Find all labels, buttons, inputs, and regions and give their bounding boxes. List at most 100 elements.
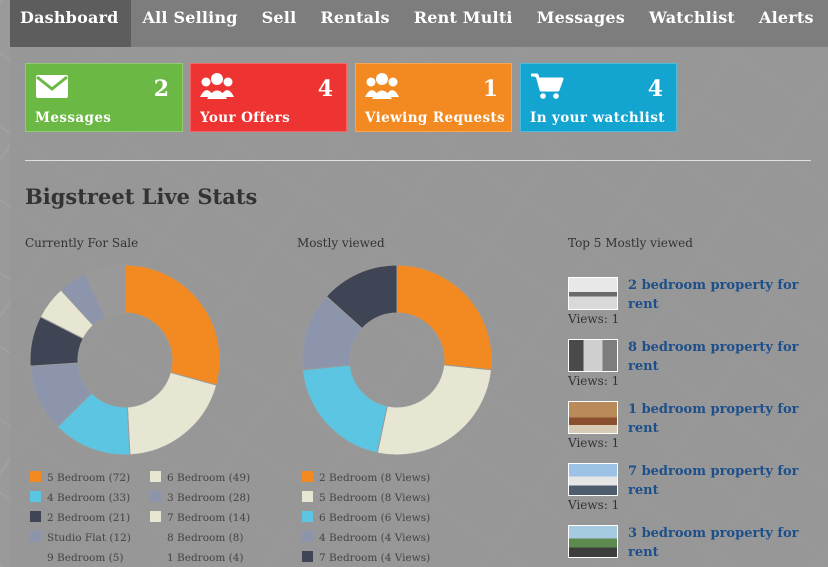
legend-label: 4 Bedroom (33) (47, 492, 131, 504)
legend-swatch (302, 511, 313, 522)
property-link[interactable]: 7 bedroom property for rent (628, 462, 813, 500)
watchlist-count: 4 (647, 76, 663, 102)
list-item: 3 bedroom property for rent (568, 525, 818, 567)
nav-alerts[interactable]: Alerts (747, 0, 826, 47)
nav-all-selling[interactable]: All Selling (131, 0, 250, 47)
envelope-icon (36, 75, 68, 98)
legend-label: 2 Bedroom (21) (47, 512, 131, 524)
legend-swatch (150, 551, 161, 562)
mostly-viewed-title: Mostly viewed (297, 236, 385, 250)
section-divider (25, 160, 811, 161)
legend-swatch (302, 551, 313, 562)
nav-dashboard[interactable]: Dashboard (10, 0, 131, 47)
viewing-requests-tile[interactable]: 1 Viewing Requests (355, 63, 512, 132)
legend-entry: 3 Bedroom (28) (150, 491, 250, 505)
property-link[interactable]: 8 bedroom property for rent (628, 338, 813, 376)
legend-entry: 6 Bedroom (6 Views) (302, 511, 430, 525)
legend-label: 4 Bedroom (4 Views) (319, 532, 431, 544)
nav-rent-multi[interactable]: Rent Multi (402, 0, 525, 47)
list-item: 2 bedroom property for rent Views: 1 (568, 277, 818, 332)
legend-entry: 7 Bedroom (4 Views) (302, 551, 430, 565)
property-views: Views: 1 (568, 436, 620, 450)
property-views: Views: 1 (568, 498, 620, 512)
legend-entry: 9 Bedroom (5) (30, 551, 124, 565)
watchlist-tile[interactable]: 4 In your watchlist (520, 63, 677, 132)
legend-entry: 4 Bedroom (4 Views) (302, 531, 430, 545)
legend-label: 3 Bedroom (28) (167, 492, 251, 504)
legend-label: Studio Flat (12) (47, 532, 131, 544)
legend-swatch (150, 491, 161, 502)
offers-count: 4 (317, 76, 333, 102)
list-item: 8 bedroom property for rent Views: 1 (568, 339, 818, 394)
legend-label: 9 Bedroom (5) (47, 552, 124, 564)
mostly-viewed-donut-chart (301, 264, 493, 456)
legend-swatch (302, 471, 313, 482)
stats-title: Bigstreet Live Stats (25, 184, 258, 209)
legend-entry: 8 Bedroom (8) (150, 531, 244, 545)
property-thumbnail[interactable] (568, 339, 618, 372)
donut-slice-5-bedroom[interactable] (124, 264, 221, 386)
legend-label: 8 Bedroom (8) (167, 532, 244, 544)
offers-tile[interactable]: 4 Your Offers (190, 63, 347, 132)
legend-swatch (150, 511, 161, 522)
property-views: Views: 1 (568, 374, 620, 388)
nav-sell[interactable]: Sell (250, 0, 309, 47)
for-sale-legend: 5 Bedroom (72) 6 Bedroom (49) 4 Bedroom (3… (30, 471, 280, 567)
for-sale-donut-chart (29, 264, 221, 456)
offers-label: Your Offers (200, 110, 291, 126)
legend-label: 7 Bedroom (14) (167, 512, 251, 524)
legend-entry: 2 Bedroom (21) (30, 511, 130, 525)
list-item: 1 bedroom property for rent Views: 1 (568, 401, 818, 456)
legend-swatch (302, 491, 313, 502)
mostly-viewed-legend: 2 Bedroom (8 Views) 5 Bedroom (8 Views) 6 … (302, 471, 552, 567)
property-link[interactable]: 1 bedroom property for rent (628, 400, 813, 438)
property-link[interactable]: 3 bedroom property for rent (628, 524, 813, 562)
property-link[interactable]: 2 bedroom property for rent (628, 276, 813, 314)
legend-entry: 2 Bedroom (8 Views) (302, 471, 430, 485)
watchlist-label: In your watchlist (530, 110, 665, 126)
messages-tile[interactable]: 2 Messages (25, 63, 183, 132)
legend-swatch (30, 471, 41, 482)
legend-swatch (30, 511, 41, 522)
viewing-requests-label: Viewing Requests (365, 110, 506, 126)
legend-label: 2 Bedroom (8 Views) (319, 472, 431, 484)
legend-swatch (302, 531, 313, 542)
nav-messages[interactable]: Messages (525, 0, 637, 47)
property-thumbnail[interactable] (568, 525, 618, 558)
legend-label: 5 Bedroom (8 Views) (319, 492, 431, 504)
legend-entry: 5 Bedroom (72) (30, 471, 130, 485)
nav-rentals[interactable]: Rentals (308, 0, 401, 47)
legend-entry: 5 Bedroom (8 Views) (302, 491, 430, 505)
legend-swatch (30, 491, 41, 502)
legend-entry: 4 Bedroom (33) (30, 491, 130, 505)
property-thumbnail[interactable] (568, 277, 618, 310)
legend-label: 5 Bedroom (72) (47, 472, 131, 484)
legend-swatch (150, 531, 161, 542)
cart-icon (531, 73, 564, 99)
legend-label: 1 Bedroom (4) (167, 552, 244, 564)
legend-entry: 1 Bedroom (4) (150, 551, 244, 565)
nav-watchlist[interactable]: Watchlist (637, 0, 747, 47)
legend-label: 6 Bedroom (49) (167, 472, 251, 484)
legend-label: 7 Bedroom (4 Views) (319, 552, 431, 564)
property-thumbnail[interactable] (568, 401, 618, 434)
property-views: Views: 1 (568, 312, 620, 326)
list-item: 7 bedroom property for rent Views: 1 (568, 463, 818, 518)
top5-title: Top 5 Mostly viewed (568, 236, 693, 250)
legend-swatch (30, 551, 41, 562)
legend-entry: Studio Flat (12) (30, 531, 131, 545)
donut-slice-2-bedroom[interactable] (396, 264, 493, 371)
legend-label: 6 Bedroom (6 Views) (319, 512, 431, 524)
top-nav: Dashboard All Selling Sell Rentals Rent … (10, 0, 828, 47)
legend-swatch (30, 531, 41, 542)
donut-slice-5-bedroom[interactable] (376, 364, 493, 456)
property-thumbnail[interactable] (568, 463, 618, 496)
donut-slice-6-bedroom[interactable] (126, 371, 218, 456)
legend-entry: 7 Bedroom (14) (150, 511, 250, 525)
viewing-requests-count: 1 (482, 76, 498, 102)
donut-slice-6-bedroom[interactable] (301, 364, 388, 454)
users-icon (200, 73, 234, 99)
users-icon (365, 73, 399, 99)
messages-count: 2 (153, 76, 169, 102)
legend-entry: 6 Bedroom (49) (150, 471, 250, 485)
